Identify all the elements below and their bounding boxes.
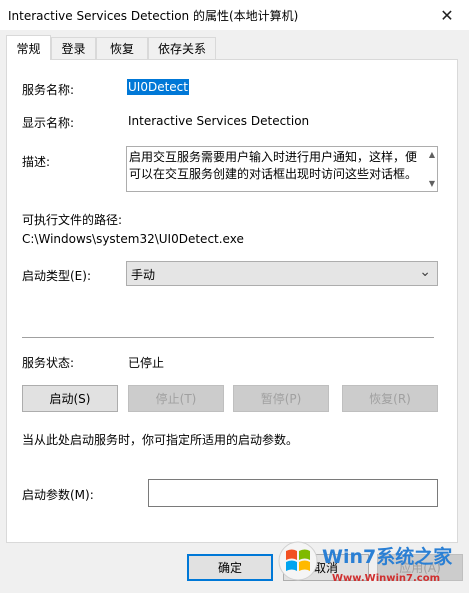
close-icon: ✕ xyxy=(440,5,454,25)
params-label: 启动参数(M): xyxy=(22,488,94,502)
status-value: 已停止 xyxy=(128,356,165,370)
description-label: 描述: xyxy=(22,155,51,169)
watermark-brand: Win7系统之家 xyxy=(322,545,453,568)
pause-button[interactable]: 暂停(P) xyxy=(233,385,329,412)
stop-button[interactable]: 停止(T) xyxy=(128,385,224,412)
service-name-value[interactable]: UI0Detect xyxy=(127,79,189,95)
tab-label: 常规 xyxy=(16,41,41,56)
resume-button[interactable]: 恢复(R) xyxy=(342,385,438,412)
general-panel xyxy=(6,59,458,543)
title-bar: Interactive Services Detection 的属性(本地计算机… xyxy=(0,0,469,30)
tab-label: 恢复 xyxy=(109,42,134,56)
tab-label: 登录 xyxy=(61,42,86,56)
ok-button[interactable]: 确定 xyxy=(187,554,273,581)
tab-logon[interactable]: 登录 xyxy=(51,37,96,59)
tab-dependencies[interactable]: 依存关系 xyxy=(148,37,216,59)
start-button[interactable]: 启动(S) xyxy=(22,385,118,412)
description-text: 启用交互服务需要用户输入时进行用户通知，这样，便可以在交互服务创建的对话框出现时… xyxy=(129,150,418,181)
chevron-down-icon: ⌄ xyxy=(419,264,431,280)
start-params-hint: 当从此处启动服务时，你可指定所适用的启动参数。 xyxy=(22,433,299,447)
watermark-logo: Win7系统之家 Www.Winwin7.com xyxy=(276,535,469,590)
scroll-down-icon[interactable]: ▼ xyxy=(429,179,435,188)
startup-type-select[interactable]: 手动 ⌄ xyxy=(126,261,438,286)
tab-label: 依存关系 xyxy=(157,42,206,56)
startup-type-value: 手动 xyxy=(131,268,156,282)
startup-type-label: 启动类型(E): xyxy=(22,269,91,283)
status-label: 服务状态: xyxy=(22,356,75,370)
service-name-label: 服务名称: xyxy=(22,83,75,97)
tab-recovery[interactable]: 恢复 xyxy=(96,37,148,59)
description-box[interactable]: 启用交互服务需要用户输入时进行用户通知，这样，便可以在交互服务创建的对话框出现时… xyxy=(126,146,438,192)
close-button[interactable]: ✕ xyxy=(425,0,469,30)
watermark-url: Www.Winwin7.com xyxy=(332,573,440,584)
scroll-up-icon[interactable]: ▲ xyxy=(429,150,435,159)
tab-general[interactable]: 常规 xyxy=(6,35,51,60)
windows-logo-icon: Win7系统之家 Www.Winwin7.com xyxy=(278,541,453,584)
path-value: C:\Windows\system32\UI0Detect.exe xyxy=(22,232,244,246)
service-name-text: UI0Detect xyxy=(127,79,189,95)
params-input[interactable] xyxy=(148,479,438,507)
display-name-value[interactable]: Interactive Services Detection xyxy=(128,114,309,128)
divider xyxy=(22,337,434,338)
path-label: 可执行文件的路径: xyxy=(22,213,123,227)
display-name-label: 显示名称: xyxy=(22,116,75,130)
window-title: Interactive Services Detection 的属性(本地计算机… xyxy=(8,9,299,23)
